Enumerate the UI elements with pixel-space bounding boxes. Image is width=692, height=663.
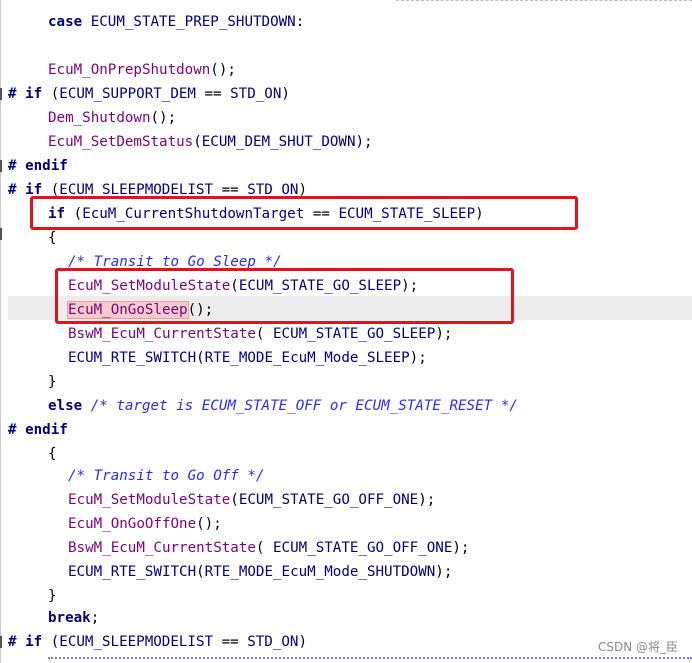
- function-call: Dem_Shutdown: [48, 110, 151, 126]
- punct-token: (: [196, 350, 205, 366]
- punct-token: (: [255, 326, 274, 342]
- comment-token: /* target is ECUM_STATE_OFF or ECUM_STAT…: [90, 398, 518, 414]
- keyword-break: break: [48, 610, 91, 626]
- punct-token: (: [50, 634, 60, 650]
- code-line-14: ECUM_RTE_SWITCH(RTE_MODE_EcuM_Mode_SLEEP…: [0, 346, 427, 370]
- code-line-20: EcuM_SetModuleState(ECUM_STATE_GO_OFF_ON…: [0, 488, 435, 512]
- code-line-5: EcuM_SetDemStatus(ECUM_DEM_SHUT_DOWN);: [0, 130, 373, 154]
- punct-token: ;: [90, 610, 100, 626]
- macro-token: RTE_MODE_EcuM_Mode_SHUTDOWN: [204, 564, 436, 580]
- macro-token: STD_ON: [247, 634, 299, 650]
- brace-token: }: [48, 374, 57, 390]
- punct-token: );: [418, 492, 436, 508]
- preprocessor-endif: endif: [25, 158, 68, 174]
- function-call: BswM_EcuM_CurrentState: [68, 326, 256, 342]
- preprocessor-if: if: [25, 634, 43, 650]
- code-line-16: else /* target is ECUM_STATE_OFF or ECUM…: [0, 394, 518, 418]
- code-line-0: case ECUM_STATE_PREP_SHUTDOWN:: [0, 10, 304, 34]
- code-line-26: # if (ECUM_SLEEPMODELIST == STD_ON): [0, 630, 307, 654]
- punct-token: ();: [150, 110, 177, 126]
- code-line-24: }: [0, 584, 57, 608]
- code-line-15: }: [0, 370, 57, 394]
- code-line-2: EcuM_OnPrepShutdown();: [0, 58, 236, 82]
- preprocessor-hash: #: [8, 182, 17, 198]
- annotation-box-shutdown-target: [30, 196, 578, 230]
- punct-token: :: [295, 14, 305, 30]
- brace-token: {: [48, 230, 57, 246]
- punct-token: ();: [196, 516, 222, 532]
- code-line-13: BswM_EcuM_CurrentState( ECUM_STATE_GO_SL…: [0, 322, 452, 346]
- bottom-comment-border: [48, 657, 692, 659]
- punct-token: (: [193, 134, 202, 150]
- macro-token: ECUM_SLEEPMODELIST: [59, 634, 214, 650]
- function-call: EcuM_SetModuleState: [68, 492, 231, 508]
- punct-token: ): [281, 86, 290, 102]
- operator-token: ==: [195, 86, 231, 102]
- code-line-4: Dem_Shutdown();: [0, 106, 176, 130]
- function-call: EcuM_OnGoOffOne: [68, 516, 197, 532]
- comment-token: /* Transit to Go Off */: [68, 468, 265, 484]
- code-line-25: break;: [0, 606, 99, 630]
- preprocessor-endif: endif: [25, 422, 68, 438]
- punct-token: );: [435, 564, 453, 580]
- preprocessor-hash: #: [8, 634, 17, 650]
- macro-token: ECUM_STATE_GO_OFF_ONE: [273, 540, 453, 556]
- macro-token: ECUM_DEM_SHUT_DOWN: [201, 134, 356, 150]
- code-line-18: {: [0, 442, 57, 466]
- punct-token: (: [230, 492, 239, 508]
- macro-token: ECUM_SUPPORT_DEM: [59, 86, 196, 102]
- punct-token: (: [255, 540, 274, 556]
- code-line-19: /* Transit to Go Off */: [0, 464, 264, 488]
- function-call: EcuM_SetDemStatus: [48, 134, 194, 150]
- keyword-else: else: [48, 398, 83, 414]
- preprocessor-if: if: [25, 86, 43, 102]
- punct-token: );: [435, 326, 453, 342]
- punct-token: (: [196, 564, 205, 580]
- brace-token: {: [48, 446, 57, 462]
- brace-token: }: [48, 588, 57, 604]
- keyword-case: case: [48, 14, 83, 30]
- function-call: BswM_EcuM_CurrentState: [68, 540, 256, 556]
- punct-token: (: [50, 86, 60, 102]
- punct-token: );: [409, 350, 427, 366]
- macro-token: STD_ON: [230, 86, 282, 102]
- macro-token: ECUM_STATE_GO_OFF_ONE: [238, 492, 419, 508]
- code-line-3: # if (ECUM_SUPPORT_DEM == STD_ON): [0, 82, 290, 106]
- macro-token: ECUM_STATE_GO_SLEEP: [273, 326, 436, 342]
- code-line-23: ECUM_RTE_SWITCH(RTE_MODE_EcuM_Mode_SHUTD…: [0, 560, 452, 584]
- code-line-6: # endif: [0, 154, 68, 178]
- watermark-text: CSDN @将_臣: [597, 640, 678, 654]
- preprocessor-hash: #: [8, 86, 17, 102]
- annotation-box-go-sleep-calls: [55, 268, 514, 324]
- code-line-22: BswM_EcuM_CurrentState( ECUM_STATE_GO_OF…: [0, 536, 469, 560]
- operator-token: ==: [213, 634, 248, 650]
- punct-token: ();: [210, 62, 236, 78]
- punct-token: );: [452, 540, 470, 556]
- macro-token: RTE_MODE_EcuM_Mode_SLEEP: [204, 350, 410, 366]
- top-dashed-separator: [396, 0, 692, 1]
- function-call: EcuM_OnPrepShutdown: [48, 62, 211, 78]
- code-line-21: EcuM_OnGoOffOne();: [0, 512, 222, 536]
- preprocessor-hash: #: [8, 158, 17, 174]
- macro-call: ECUM_RTE_SWITCH: [68, 350, 197, 366]
- macro-token: ECUM_STATE_PREP_SHUTDOWN: [90, 14, 296, 30]
- punct-token: );: [355, 134, 373, 150]
- macro-call: ECUM_RTE_SWITCH: [68, 564, 197, 580]
- preprocessor-hash: #: [8, 422, 17, 438]
- punct-token: ): [298, 634, 307, 650]
- code-line-17: # endif: [0, 418, 68, 442]
